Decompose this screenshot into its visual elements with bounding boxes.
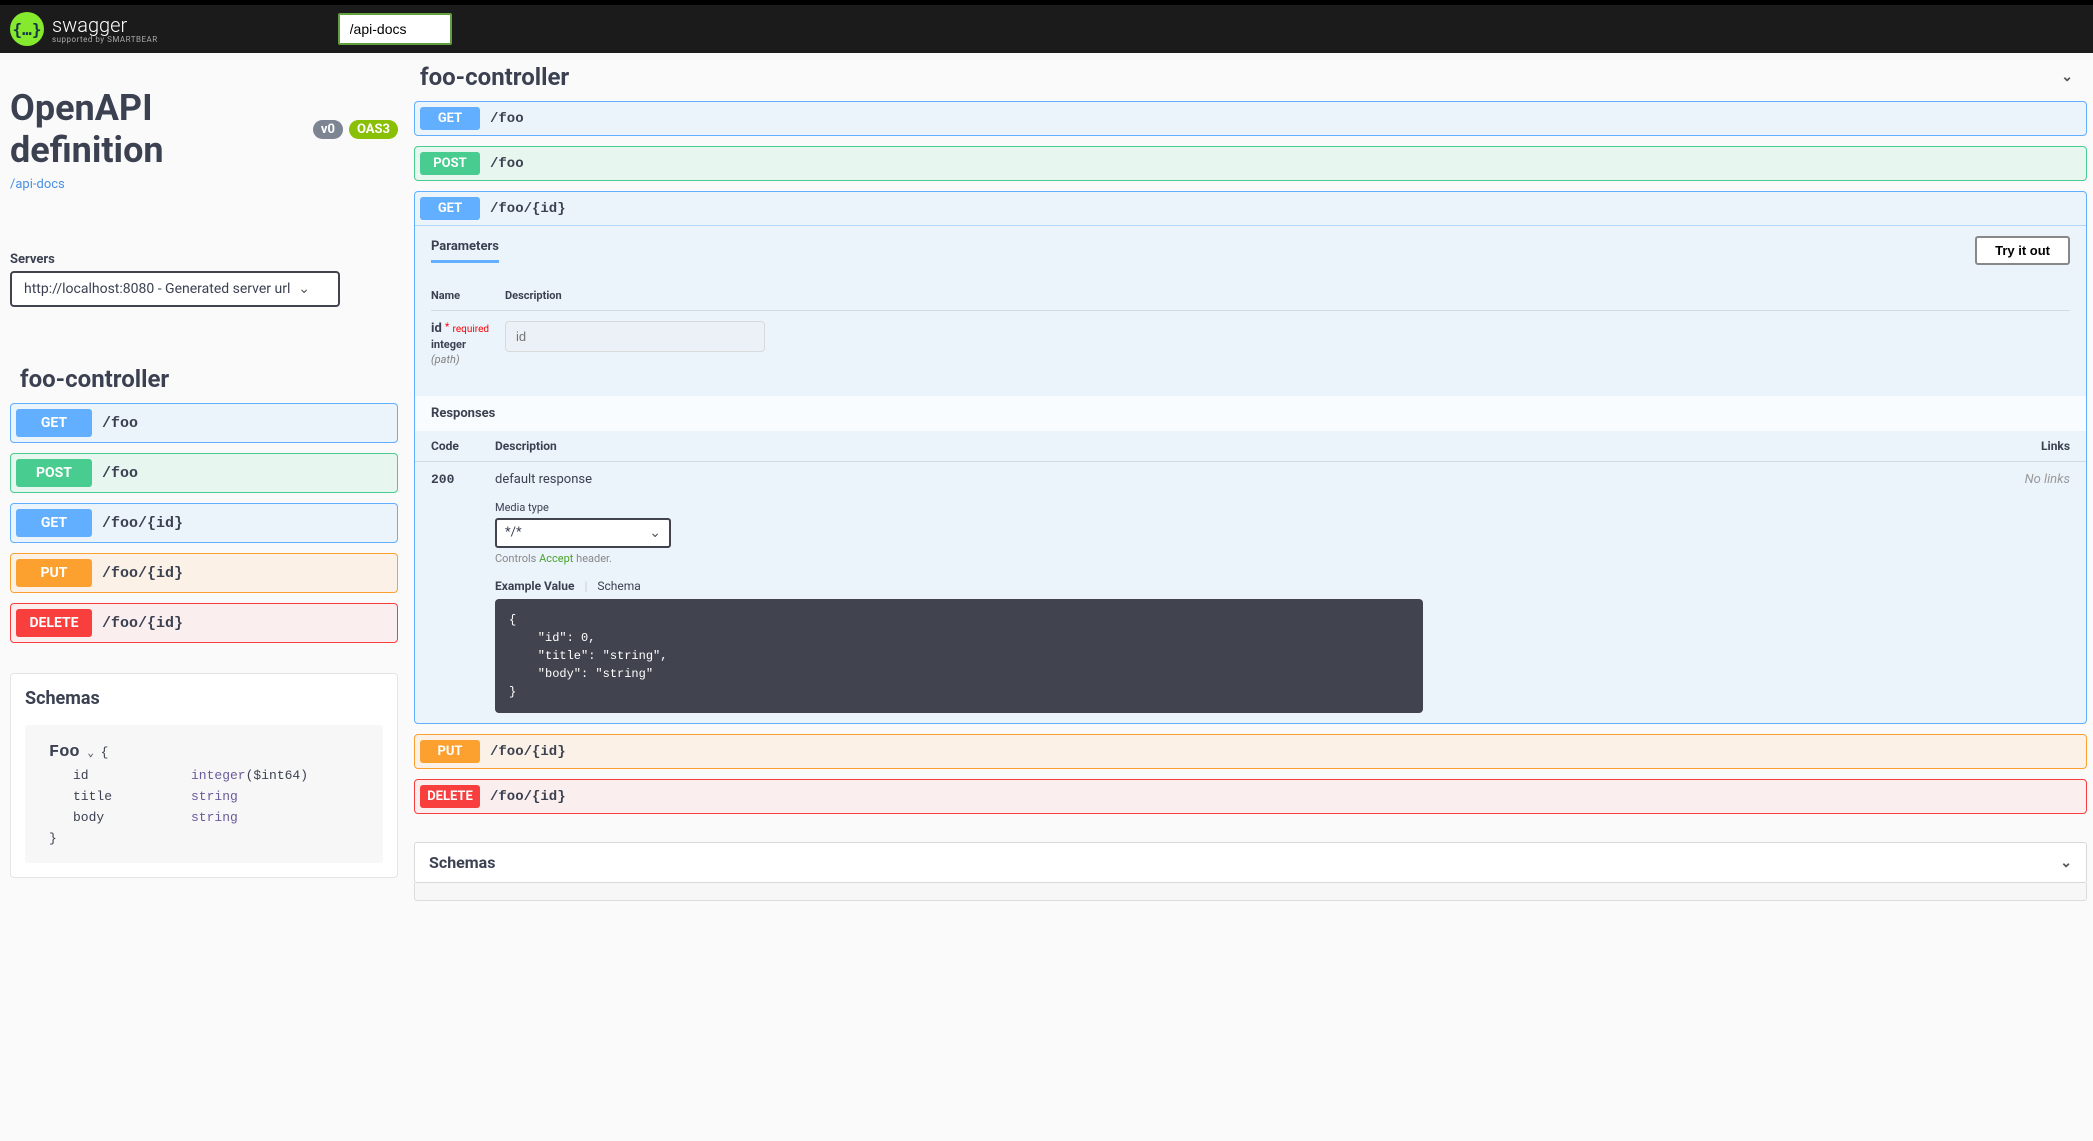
schema-tab[interactable]: Schema xyxy=(597,579,640,593)
parameters-tab[interactable]: Parameters xyxy=(431,239,499,263)
method-badge: GET xyxy=(420,197,480,220)
brace-open: { xyxy=(101,745,109,760)
brace-close: } xyxy=(49,829,359,850)
op-get-row[interactable]: GET/foo xyxy=(10,403,398,443)
op-delete-row[interactable]: DELETE/foo/{id} xyxy=(10,603,398,643)
oas-badge: OAS3 xyxy=(349,120,398,139)
accept-header-hint: Controls Accept header. xyxy=(495,552,2010,565)
op-path: /foo/{id} xyxy=(102,515,183,532)
th-name: Name xyxy=(431,289,505,302)
api-docs-link[interactable]: /api-docs xyxy=(10,177,65,192)
topbar: {…} swagger supported by SMARTBEAR xyxy=(0,5,2093,53)
schemas-inner-stub xyxy=(414,883,2087,901)
swagger-logo[interactable]: {…} swagger supported by SMARTBEAR xyxy=(10,12,158,46)
servers-label: Servers xyxy=(10,252,398,267)
response-code: 200 xyxy=(431,472,495,713)
param-location: (path) xyxy=(431,353,505,366)
op-path: /foo/{id} xyxy=(490,789,566,805)
th-description: Description xyxy=(505,289,2070,302)
op-summary[interactable]: GET /foo/{id} xyxy=(415,192,2086,225)
swagger-logo-icon: {…} xyxy=(10,12,44,46)
controller-heading-left[interactable]: foo-controller xyxy=(20,365,398,393)
schemas-toggle[interactable]: Schemas ⌄ xyxy=(414,842,2087,883)
param-type: integer xyxy=(431,338,505,351)
schema-field-key: id xyxy=(49,766,191,787)
op-path: /foo xyxy=(102,415,138,432)
op-post-row[interactable]: POST/foo xyxy=(10,453,398,493)
left-panel: OpenAPI definition v0 OAS3 /api-docs Ser… xyxy=(0,53,408,901)
api-title: OpenAPI definition xyxy=(10,87,307,171)
th-description: Description xyxy=(495,439,2010,453)
schemas-title[interactable]: Schemas xyxy=(25,688,383,709)
chevron-down-icon: ⌄ xyxy=(649,525,661,541)
method-badge: GET xyxy=(16,409,92,437)
param-name: id xyxy=(431,321,442,336)
th-links: Links xyxy=(2010,439,2070,453)
schema-model[interactable]: Foo ⌄ { id integer($int64) title string … xyxy=(25,725,383,863)
logo-subtext: supported by SMARTBEAR xyxy=(52,35,158,44)
chevron-down-icon[interactable]: ⌄ xyxy=(87,748,100,760)
param-id-input[interactable] xyxy=(505,321,765,352)
method-badge: POST xyxy=(16,459,92,487)
method-badge: DELETE xyxy=(420,785,480,808)
op-path: /foo/{id} xyxy=(490,744,566,760)
try-it-out-button[interactable]: Try it out xyxy=(1975,236,2070,265)
media-type-value: */* xyxy=(505,525,522,541)
op-delete-foo-id[interactable]: DELETE /foo/{id} xyxy=(414,779,2087,814)
schema-model-name: Foo xyxy=(49,743,80,762)
required-label: required xyxy=(453,324,489,335)
schema-field-key: title xyxy=(49,787,191,808)
op-path: /foo/{id} xyxy=(490,201,566,217)
method-badge: GET xyxy=(16,509,92,537)
server-select-value: http://localhost:8080 - Generated server… xyxy=(24,281,290,297)
logo-text: swagger xyxy=(52,15,158,35)
responses-heading: Responses xyxy=(415,396,2086,431)
example-response-body[interactable]: { "id": 0, "title": "string", "body": "s… xyxy=(495,599,1423,713)
controller-heading-right[interactable]: foo-controller xyxy=(420,63,569,91)
version-badge: v0 xyxy=(313,120,343,139)
schema-field-format: ($int64) xyxy=(246,768,308,783)
required-star-icon: * xyxy=(445,322,449,333)
chevron-down-icon: ⌄ xyxy=(298,281,310,297)
method-badge: POST xyxy=(420,152,480,175)
chevron-down-icon: ⌄ xyxy=(2060,855,2072,871)
th-code: Code xyxy=(431,439,495,453)
tab-divider: | xyxy=(584,579,587,593)
media-type-select[interactable]: */* ⌄ xyxy=(495,518,671,548)
schemas-label: Schemas xyxy=(429,853,495,872)
method-badge: PUT xyxy=(16,559,92,587)
schema-field-type: integer xyxy=(191,768,246,783)
method-badge: PUT xyxy=(420,740,480,763)
schema-field-key: body xyxy=(49,808,191,829)
server-select[interactable]: http://localhost:8080 - Generated server… xyxy=(10,271,340,307)
spec-url-input[interactable] xyxy=(338,13,452,45)
op-path: /foo xyxy=(490,111,524,127)
op-get-row[interactable]: GET/foo/{id} xyxy=(10,503,398,543)
op-path: /foo/{id} xyxy=(102,615,183,632)
op-path: /foo/{id} xyxy=(102,565,183,582)
response-links: No links xyxy=(2010,472,2070,713)
op-path: /foo xyxy=(102,465,138,482)
schema-field-type: string xyxy=(191,787,238,808)
op-get-foo[interactable]: GET /foo xyxy=(414,101,2087,136)
response-description: default response xyxy=(495,472,2010,487)
op-get-foo-id: GET /foo/{id} Parameters Try it out Name… xyxy=(414,191,2087,724)
op-put-row[interactable]: PUT/foo/{id} xyxy=(10,553,398,593)
op-put-foo-id[interactable]: PUT /foo/{id} xyxy=(414,734,2087,769)
chevron-down-icon[interactable]: ⌄ xyxy=(2061,69,2073,85)
op-post-foo[interactable]: POST /foo xyxy=(414,146,2087,181)
method-badge: DELETE xyxy=(16,609,92,637)
schemas-section: Schemas Foo ⌄ { id integer($int64) title… xyxy=(10,673,398,878)
media-type-label: Media type xyxy=(495,501,2010,514)
op-path: /foo xyxy=(490,156,524,172)
schema-field-type: string xyxy=(191,808,238,829)
right-panel: foo-controller ⌄ GET /foo POST /foo GET … xyxy=(408,53,2093,901)
method-badge: GET xyxy=(420,107,480,130)
example-value-tab[interactable]: Example Value xyxy=(495,579,574,593)
